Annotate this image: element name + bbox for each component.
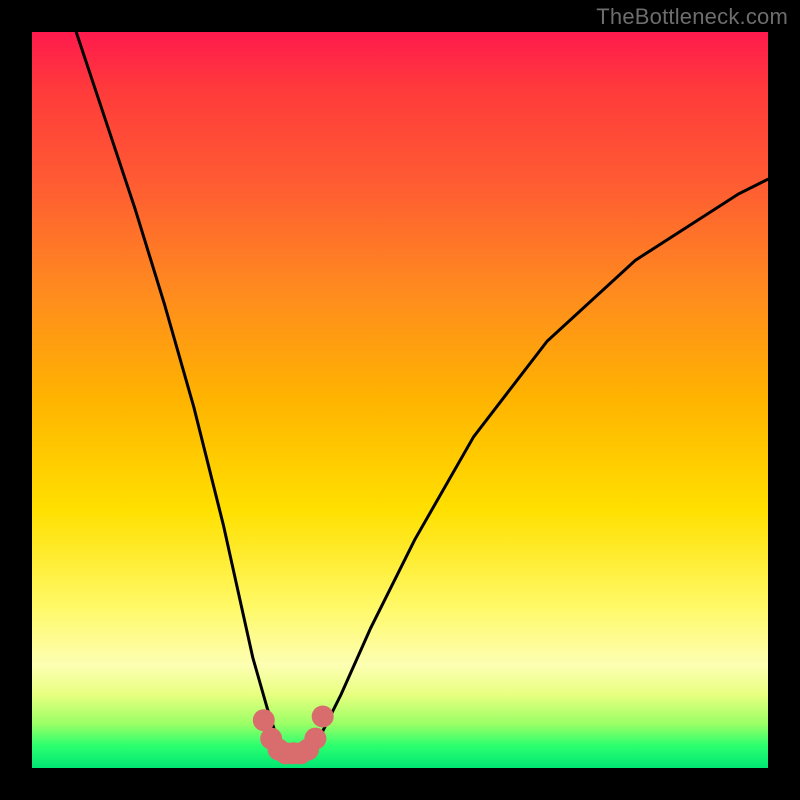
plot-area [32,32,768,768]
curve-layer [32,32,768,768]
chart-frame: TheBottleneck.com [0,0,800,800]
marker-dot [312,706,334,728]
marker-dot [304,728,326,750]
bottleneck-curve [76,32,768,753]
highlighted-region [253,706,334,765]
watermark-text: TheBottleneck.com [596,4,788,30]
